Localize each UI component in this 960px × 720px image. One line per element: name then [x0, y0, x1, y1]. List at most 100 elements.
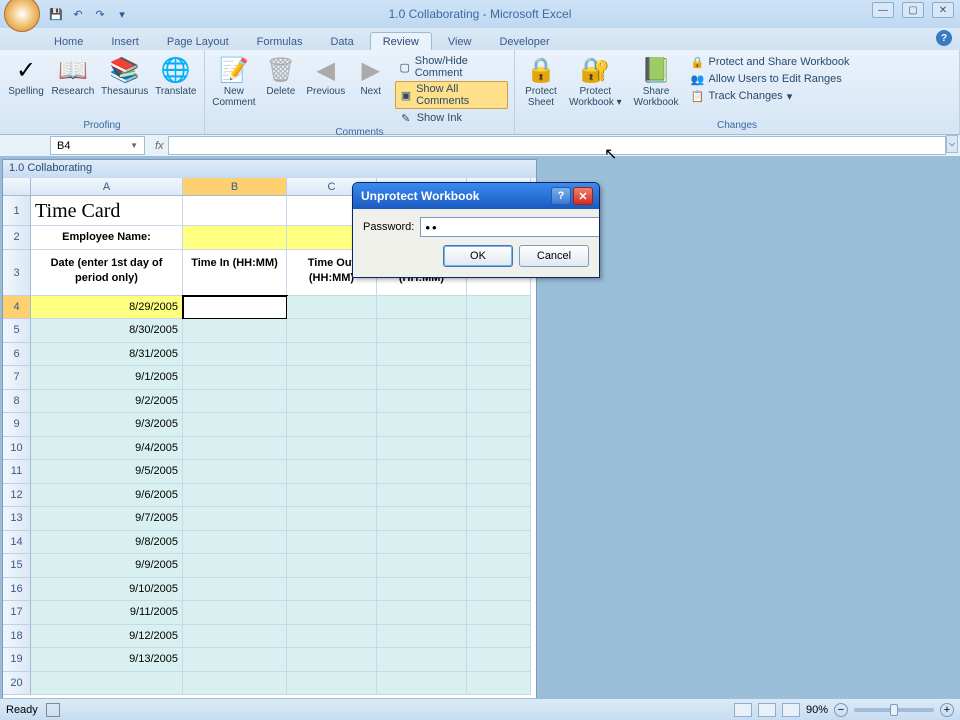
- row-header[interactable]: 14: [3, 531, 31, 555]
- name-box-dropdown-icon[interactable]: ▼: [130, 141, 138, 150]
- cell-date[interactable]: 9/5/2005: [31, 460, 183, 484]
- cell[interactable]: [183, 413, 287, 437]
- cell[interactable]: [377, 672, 467, 696]
- cell[interactable]: [183, 554, 287, 578]
- cell[interactable]: [287, 625, 377, 649]
- cell[interactable]: [183, 484, 287, 508]
- cell[interactable]: [467, 460, 531, 484]
- cell[interactable]: [183, 460, 287, 484]
- protect-share-button[interactable]: 🔒Protect and Share Workbook: [687, 54, 854, 70]
- cell[interactable]: [287, 296, 377, 320]
- cell[interactable]: [183, 625, 287, 649]
- cell[interactable]: [377, 484, 467, 508]
- fx-label[interactable]: fx: [155, 140, 164, 152]
- tab-developer[interactable]: Developer: [487, 33, 561, 50]
- show-ink-button[interactable]: ✎Show Ink: [395, 110, 508, 126]
- next-comment-button[interactable]: ▶Next: [351, 52, 391, 99]
- cell[interactable]: [377, 296, 467, 320]
- cell-date[interactable]: 9/11/2005: [31, 601, 183, 625]
- cell-date[interactable]: 9/9/2005: [31, 554, 183, 578]
- row-header[interactable]: 17: [3, 601, 31, 625]
- row-header[interactable]: 9: [3, 413, 31, 437]
- protect-workbook-button[interactable]: 🔐Protect Workbook ▾: [565, 52, 626, 110]
- cell[interactable]: [287, 390, 377, 414]
- cell[interactable]: [287, 319, 377, 343]
- close-button[interactable]: ✕: [932, 2, 954, 18]
- cell[interactable]: [377, 578, 467, 602]
- zoom-slider[interactable]: [854, 708, 934, 712]
- row-header[interactable]: 3: [3, 250, 31, 296]
- cell-date[interactable]: 9/7/2005: [31, 507, 183, 531]
- cell[interactable]: [287, 460, 377, 484]
- cell-title[interactable]: Time Card: [31, 196, 183, 226]
- cell[interactable]: [467, 578, 531, 602]
- new-comment-button[interactable]: 📝New Comment: [211, 52, 257, 110]
- cell-date[interactable]: 9/13/2005: [31, 648, 183, 672]
- macro-record-icon[interactable]: [46, 703, 60, 717]
- cell[interactable]: [377, 343, 467, 367]
- tab-insert[interactable]: Insert: [99, 33, 151, 50]
- cell[interactable]: [183, 507, 287, 531]
- cell[interactable]: [377, 531, 467, 555]
- cell[interactable]: [183, 531, 287, 555]
- protect-sheet-button[interactable]: 🔒Protect Sheet: [521, 52, 561, 110]
- cell[interactable]: [467, 531, 531, 555]
- cell[interactable]: [183, 601, 287, 625]
- row-header[interactable]: 16: [3, 578, 31, 602]
- cell[interactable]: [183, 343, 287, 367]
- cancel-button[interactable]: Cancel: [519, 245, 589, 267]
- formula-input[interactable]: [168, 136, 946, 155]
- thesaurus-button[interactable]: 📚Thesaurus: [100, 52, 150, 99]
- row-header[interactable]: 13: [3, 507, 31, 531]
- translate-button[interactable]: 🌐Translate: [154, 52, 198, 99]
- cell[interactable]: [287, 531, 377, 555]
- cell[interactable]: [467, 366, 531, 390]
- tab-data[interactable]: Data: [318, 33, 365, 50]
- cell[interactable]: [377, 601, 467, 625]
- cell[interactable]: [183, 672, 287, 696]
- cell-date[interactable]: 9/3/2005: [31, 413, 183, 437]
- delete-comment-button[interactable]: 🗑Delete: [261, 52, 301, 99]
- cell[interactable]: [287, 648, 377, 672]
- cell-date[interactable]: 9/4/2005: [31, 437, 183, 461]
- row-header[interactable]: 12: [3, 484, 31, 508]
- view-normal-button[interactable]: [734, 703, 752, 717]
- cell[interactable]: [467, 437, 531, 461]
- allow-users-button[interactable]: 👥Allow Users to Edit Ranges: [687, 71, 854, 87]
- tab-page-layout[interactable]: Page Layout: [155, 33, 241, 50]
- row-header[interactable]: 6: [3, 343, 31, 367]
- cell[interactable]: [377, 625, 467, 649]
- row-header[interactable]: 2: [3, 226, 31, 250]
- cell-date[interactable]: 9/6/2005: [31, 484, 183, 508]
- row-header[interactable]: 19: [3, 648, 31, 672]
- cell[interactable]: [467, 390, 531, 414]
- cell[interactable]: [467, 672, 531, 696]
- cell[interactable]: [183, 648, 287, 672]
- row-header[interactable]: 5: [3, 319, 31, 343]
- save-icon[interactable]: 💾: [48, 6, 64, 22]
- row-header[interactable]: 1: [3, 196, 31, 226]
- tab-review[interactable]: Review: [370, 32, 432, 50]
- cell[interactable]: [467, 319, 531, 343]
- cell[interactable]: [183, 319, 287, 343]
- cell[interactable]: [467, 554, 531, 578]
- tab-home[interactable]: Home: [42, 33, 95, 50]
- cell[interactable]: [287, 366, 377, 390]
- row-header[interactable]: 4: [3, 296, 31, 320]
- row-header[interactable]: 11: [3, 460, 31, 484]
- cell[interactable]: [377, 648, 467, 672]
- zoom-in-button[interactable]: +: [940, 703, 954, 717]
- row-header[interactable]: 18: [3, 625, 31, 649]
- dialog-help-button[interactable]: ?: [551, 187, 571, 205]
- cell-date[interactable]: 9/12/2005: [31, 625, 183, 649]
- cell[interactable]: [377, 413, 467, 437]
- cell[interactable]: [467, 343, 531, 367]
- ok-button[interactable]: OK: [443, 245, 513, 267]
- col-header-b[interactable]: B: [183, 178, 287, 195]
- redo-icon[interactable]: ↷: [92, 6, 108, 22]
- select-all-corner[interactable]: [3, 178, 31, 195]
- cell[interactable]: [287, 437, 377, 461]
- cell-date[interactable]: 9/2/2005: [31, 390, 183, 414]
- cell-date[interactable]: 8/29/2005: [31, 296, 183, 320]
- cell[interactable]: [467, 484, 531, 508]
